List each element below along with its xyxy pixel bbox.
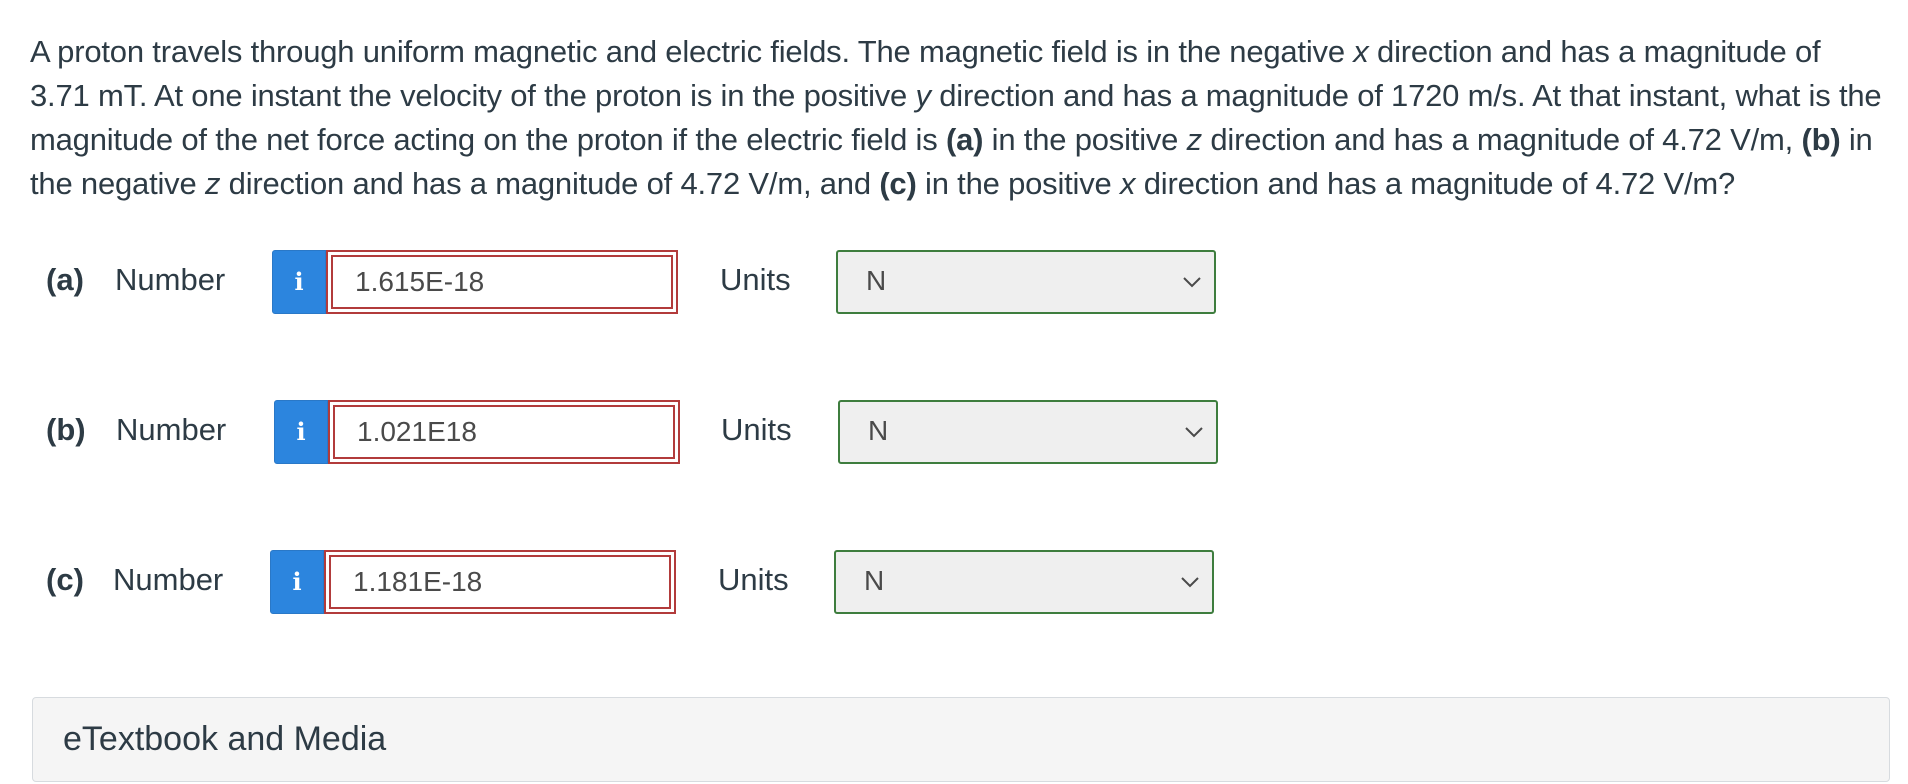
number-input-value: 1.615E-18 <box>331 255 673 309</box>
number-label: Number <box>115 262 226 297</box>
question-segment: direction and has a magnitude of 4.72 V/… <box>1135 166 1736 201</box>
number-input[interactable]: 1.021E18 <box>328 400 680 464</box>
info-button[interactable]: i <box>272 250 326 314</box>
etextbook-title: eTextbook and Media <box>63 720 387 758</box>
units-select[interactable]: N <box>838 400 1218 464</box>
part-label: (a) <box>46 262 84 297</box>
question-variable: z <box>1186 122 1203 157</box>
question-segment: A proton travels through uniform magneti… <box>30 34 1354 69</box>
question-segment: in the positive <box>983 122 1187 157</box>
chevron-down-icon <box>1185 427 1203 438</box>
info-icon: i <box>294 267 304 296</box>
info-button[interactable]: i <box>274 400 328 464</box>
chevron-down-icon <box>1183 277 1201 288</box>
answer-row-c: (c) Number i 1.181E-18 Units N <box>0 550 1300 616</box>
number-label: Number <box>116 412 227 447</box>
answer-row-b: (b) Number i 1.021E18 Units N <box>0 400 1300 466</box>
question-variable: z <box>204 166 221 201</box>
info-icon: i <box>292 567 302 596</box>
question-part-marker: (c) <box>879 166 917 201</box>
units-label: Units <box>718 562 789 597</box>
number-input-value: 1.181E-18 <box>329 555 671 609</box>
units-select[interactable]: N <box>836 250 1216 314</box>
question-segment: direction and has a magnitude of 4.72 V/… <box>1201 122 1802 157</box>
chevron-down-icon <box>1181 577 1199 588</box>
question-variable: x <box>1120 166 1136 201</box>
question-part-marker: (a) <box>945 122 984 157</box>
number-input[interactable]: 1.181E-18 <box>324 550 676 614</box>
info-button[interactable]: i <box>270 550 324 614</box>
answer-row-a: (a) Number i 1.615E-18 Units N <box>0 250 1300 316</box>
part-label: (b) <box>46 412 86 447</box>
etextbook-panel[interactable]: eTextbook and Media <box>32 697 1890 782</box>
units-select-value: N <box>864 565 885 596</box>
info-icon: i <box>296 417 306 446</box>
question-text: A proton travels through uniform magneti… <box>30 30 1885 206</box>
question-variable: y <box>915 78 932 113</box>
number-label: Number <box>113 562 224 597</box>
question-segment: direction and has a magnitude of 4.72 V/… <box>220 166 880 201</box>
question-segment: in the positive <box>916 166 1120 201</box>
part-label: (c) <box>46 562 84 597</box>
number-input-value: 1.021E18 <box>333 405 675 459</box>
units-select[interactable]: N <box>834 550 1214 614</box>
units-select-value: N <box>866 265 887 296</box>
units-label: Units <box>721 412 792 447</box>
units-label: Units <box>720 262 791 297</box>
question-part-marker: (b) <box>1801 122 1841 157</box>
number-input[interactable]: 1.615E-18 <box>326 250 678 314</box>
question-variable: x <box>1353 34 1369 69</box>
units-select-value: N <box>868 415 889 446</box>
